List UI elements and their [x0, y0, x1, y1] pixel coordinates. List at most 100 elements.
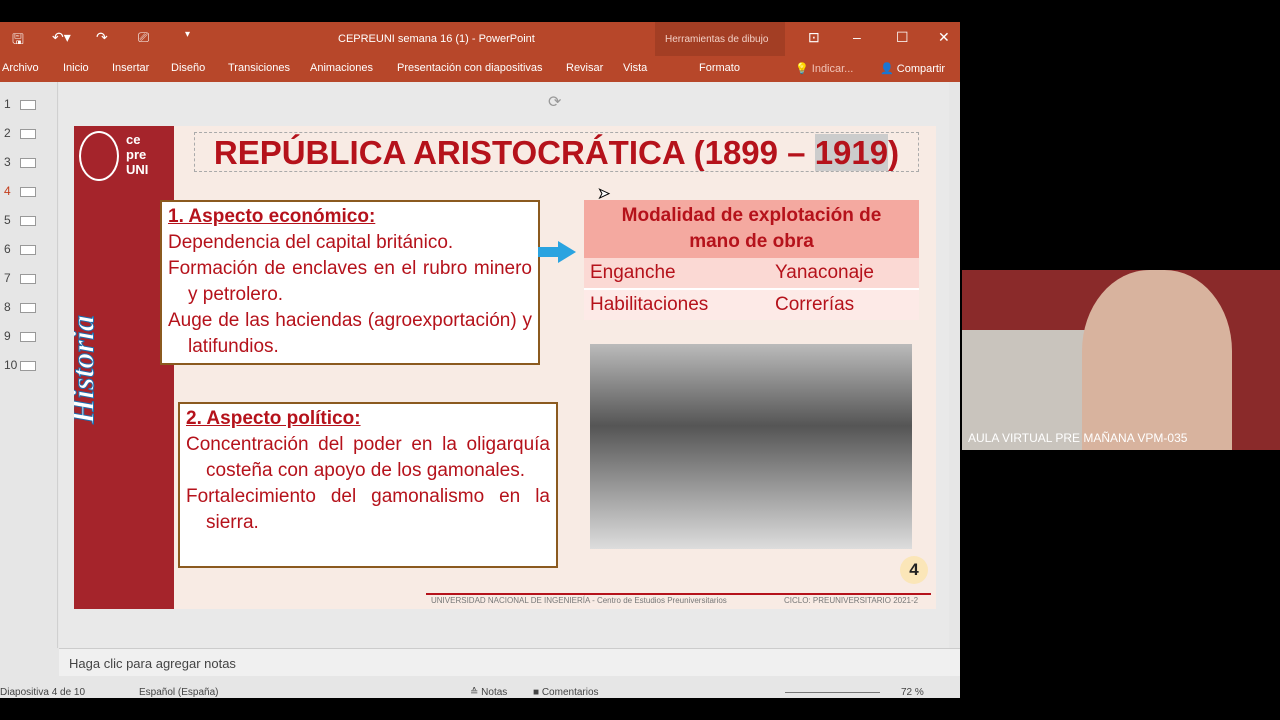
thumbnail-image — [20, 332, 36, 342]
slide-thumbnail[interactable]: 9 — [4, 329, 36, 343]
share-button[interactable]: 👤 Compartir — [880, 62, 945, 75]
tab-diseno[interactable]: Diseño — [171, 62, 205, 74]
notes-label: Notas — [481, 687, 508, 698]
econ-heading: 1. Aspecto económico: — [168, 206, 376, 227]
tab-vista[interactable]: Vista — [623, 62, 647, 74]
title-end: ) — [888, 134, 900, 171]
table-cell: Enganche — [590, 262, 676, 283]
side-banner: ce pre UNI Historia — [74, 126, 174, 609]
slide-thumbnail[interactable]: 1 — [4, 97, 36, 111]
footer-right: CICLO: PREUNIVERSITARIO 2021-2 — [784, 596, 919, 605]
thumbnail-image — [20, 274, 36, 284]
tab-presentacion[interactable]: Presentación con diapositivas — [397, 62, 543, 74]
slide-thumbnail[interactable]: 10 — [4, 358, 36, 372]
title-year-selected: 1919 — [814, 134, 889, 171]
thumbnail-number: 8 — [4, 300, 11, 314]
pol-heading: 2. Aspecto político: — [186, 408, 361, 429]
thumbnail-number: 3 — [4, 155, 11, 169]
close-icon[interactable]: ✕ — [938, 29, 950, 46]
mouse-cursor-icon: ➤ — [598, 185, 611, 202]
language[interactable]: Español (España) — [139, 687, 219, 698]
webcam-feed: AULA VIRTUAL PRE MAÑANA VPM-035 — [962, 270, 1280, 450]
tab-formato[interactable]: Formato — [699, 62, 740, 74]
table-row: Enganche Yanaconaje — [584, 258, 919, 290]
comments-button[interactable]: ■ Comentarios — [533, 687, 599, 698]
side-title: Historia — [74, 315, 101, 424]
thumbnail-image — [20, 100, 36, 110]
ribbon-tabs: Archivo Inicio Insertar Diseño Transicio… — [0, 56, 960, 82]
slide-counter: Diapositiva 4 de 10 — [0, 687, 86, 698]
thumbnail-image — [20, 187, 36, 197]
table-header: Modalidad de explotación de mano de obra — [584, 200, 919, 258]
share-label: Compartir — [896, 63, 946, 75]
slide-thumbnail[interactable]: 8 — [4, 300, 36, 314]
arrow-icon — [558, 241, 576, 263]
table-cell: Correrías — [775, 294, 855, 315]
notes-pane[interactable]: Haga clic para agregar notas — [59, 648, 960, 676]
notes-placeholder: Haga clic para agregar notas — [69, 656, 236, 671]
tell-me-label: Indicar... — [811, 63, 854, 75]
slide-thumbnail[interactable]: 6 — [4, 242, 36, 256]
table-row: Habilitaciones Correrías — [584, 290, 919, 320]
thumbnail-number: 4 — [4, 184, 11, 198]
pol-item: Fortalecimiento del gamonalismo en la si… — [186, 486, 550, 533]
slide[interactable]: ce pre UNI Historia REPÚBLICA ARISTOCRÁT… — [74, 126, 936, 609]
webcam-label: AULA VIRTUAL PRE MAÑANA VPM-035 — [968, 431, 1188, 445]
tab-animaciones[interactable]: Animaciones — [310, 62, 373, 74]
thumbnail-number: 1 — [4, 97, 11, 111]
slide-thumbnail[interactable]: 3 — [4, 155, 36, 169]
tab-transiciones[interactable]: Transiciones — [228, 62, 290, 74]
labor-table: Modalidad de explotación de mano de obra… — [584, 200, 919, 320]
tell-me[interactable]: 💡 Indicar... — [795, 62, 853, 75]
footer-line — [426, 593, 931, 595]
thumbnail-image — [20, 158, 36, 168]
minimize-icon[interactable]: – — [853, 29, 861, 45]
notes-button[interactable]: ≙ Notas — [470, 687, 507, 698]
save-icon[interactable]: 🖫 — [12, 29, 24, 53]
table-cell: Yanaconaje — [775, 262, 874, 283]
slide-thumbnail[interactable]: 2 — [4, 126, 36, 140]
tab-inicio[interactable]: Inicio — [63, 62, 89, 74]
uni-seal — [79, 131, 119, 181]
tab-archivo[interactable]: Archivo — [2, 62, 39, 74]
thumbnail-image — [20, 245, 36, 255]
customize-icon[interactable]: ▾ — [185, 29, 190, 40]
zoom-level[interactable]: 72 % — [901, 687, 924, 698]
comments-label: Comentarios — [541, 687, 599, 698]
pol-item: Concentración del poder en la oligarquía… — [186, 434, 550, 481]
econ-item: Auge de las haciendas (agroexportación) … — [168, 310, 532, 357]
thumbnail-number: 6 — [4, 242, 11, 256]
slide-thumbnail[interactable]: 7 — [4, 271, 36, 285]
presentation-icon[interactable]: ⎚ — [138, 29, 149, 46]
table-cell: Habilitaciones — [590, 294, 709, 315]
thumbnail-number: 5 — [4, 213, 11, 227]
rotate-handle-icon[interactable]: ⟳ — [548, 92, 561, 112]
economic-aspect-box[interactable]: 1. Aspecto económico: Dependencia del ca… — [160, 200, 540, 365]
slide-thumbnail[interactable]: 5 — [4, 213, 36, 227]
thumbnail-number: 2 — [4, 126, 11, 140]
econ-item: Formación de enclaves en el rubro minero… — [168, 258, 532, 305]
historical-photo[interactable] — [590, 344, 912, 549]
drawing-tools-label: Herramientas de dibujo — [665, 34, 769, 45]
econ-item: Dependencia del capital británico. — [168, 232, 454, 253]
slide-thumbnail[interactable]: 4 — [4, 184, 36, 198]
footer-left: UNIVERSIDAD NACIONAL DE INGENIERÍA - Cen… — [431, 596, 727, 605]
maximize-icon[interactable]: ☐ — [896, 29, 909, 46]
page-number: 4 — [900, 556, 928, 584]
redo-icon[interactable]: ↷ — [96, 29, 108, 46]
title-bar: 🖫 ↶▾ ↷ ⎚ ▾ CEPREUNI semana 16 (1) - Powe… — [0, 22, 960, 82]
undo-icon[interactable]: ↶▾ — [52, 29, 71, 46]
tab-insertar[interactable]: Insertar — [112, 62, 149, 74]
slide-title[interactable]: REPÚBLICA ARISTOCRÁTICA (1899 – 1919) — [194, 132, 919, 172]
thumbnail-image — [20, 216, 36, 226]
ribbon-display-icon[interactable]: ⊡ — [808, 29, 820, 46]
political-aspect-box[interactable]: 2. Aspecto político: Concentración del p… — [178, 402, 558, 568]
arrow-shaft — [538, 247, 560, 257]
thumbnail-number: 10 — [4, 358, 18, 372]
thumbnail-image — [20, 361, 36, 371]
thumbnail-image — [20, 303, 36, 313]
tab-revisar[interactable]: Revisar — [566, 62, 603, 74]
title-text: REPÚBLICA ARISTOCRÁTICA (1899 – — [213, 134, 815, 171]
cepre-logo: ce pre UNI — [126, 132, 149, 177]
zoom-slider[interactable] — [785, 692, 880, 693]
